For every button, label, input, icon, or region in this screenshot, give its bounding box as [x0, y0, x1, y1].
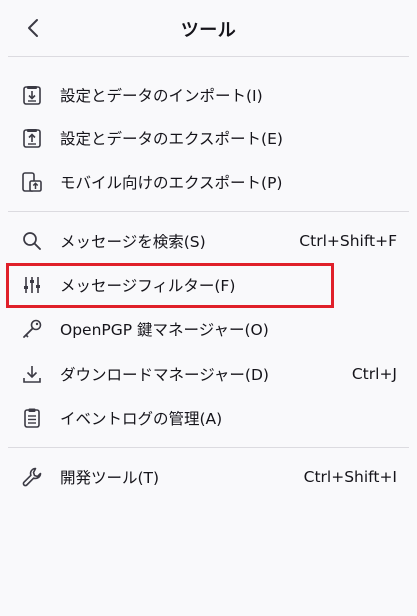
divider [8, 56, 409, 57]
filter-sliders-icon [20, 273, 44, 297]
menu-item-label: 設定とデータのインポート(I) [60, 87, 263, 105]
menu-item-label: メッセージを検索(S) [60, 233, 206, 251]
menu-item-label: 設定とデータのエクスポート(E) [60, 130, 283, 148]
menu-item-download-manager[interactable]: ダウンロードマネージャー(D) Ctrl+J [8, 354, 409, 394]
menu-item-shortcut: Ctrl+J [351, 365, 397, 383]
menu-item-event-log[interactable]: イベントログの管理(A) [8, 398, 409, 438]
divider [8, 447, 409, 448]
menu-item-label: OpenPGP 鍵マネージャー(O) [60, 321, 269, 339]
menu-item-shortcut: Ctrl+Shift+I [303, 468, 397, 486]
mobile-export-icon [20, 170, 44, 194]
search-icon [20, 229, 44, 253]
page-title: ツール [180, 20, 237, 41]
key-icon [20, 317, 44, 341]
menu-item-shortcut: Ctrl+Shift+F [299, 232, 397, 250]
export-box-icon [20, 126, 44, 150]
menu-item-label: メッセージフィルター(F) [60, 277, 236, 295]
download-icon [20, 362, 44, 386]
menu-item-message-filters[interactable]: メッセージフィルター(F) [8, 265, 409, 305]
menu-item-label: 開発ツール(T) [60, 469, 160, 487]
menu-item-label: モバイル向けのエクスポート(P) [60, 174, 283, 192]
menu-item-label: イベントログの管理(A) [60, 410, 223, 428]
clipboard-icon [20, 406, 44, 430]
menu-item-developer-tools[interactable]: 開発ツール(T) Ctrl+Shift+I [8, 457, 409, 497]
menu-item-label: ダウンロードマネージャー(D) [60, 366, 269, 384]
menu-item-import[interactable]: 設定とデータのインポート(I) [8, 75, 409, 115]
menu-item-mobile-export[interactable]: モバイル向けのエクスポート(P) [8, 162, 409, 202]
menu-item-search-messages[interactable]: メッセージを検索(S) Ctrl+Shift+F [8, 221, 409, 261]
divider [8, 211, 409, 212]
header: ツール [0, 0, 417, 56]
import-box-icon [20, 83, 44, 107]
tools-screen: ツール 設定とデータのインポート(I) 設定とデータのエクスポート(E) モバイ… [0, 0, 417, 616]
wrench-icon [20, 465, 44, 489]
menu-item-openpgp-key-manager[interactable]: OpenPGP 鍵マネージャー(O) [8, 309, 409, 349]
menu-item-export[interactable]: 設定とデータのエクスポート(E) [8, 118, 409, 158]
